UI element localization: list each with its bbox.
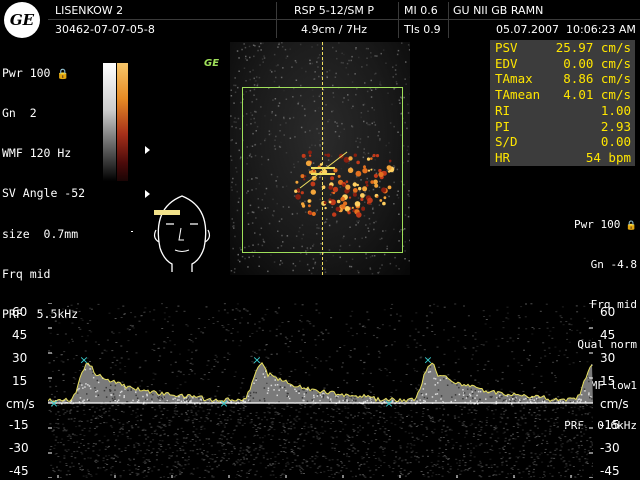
velocity-scale-label: -45: [9, 464, 29, 478]
velocity-scale-label: 45: [600, 328, 616, 342]
psv-marker-icon: ×: [79, 354, 88, 367]
measure-sd: S/D 0.00: [495, 134, 631, 150]
exam-time: 10:06:23 AM: [566, 23, 636, 36]
velocity-scale-label: 30: [12, 351, 28, 365]
institution-name: GU NII GB RAMN: [453, 4, 544, 17]
psv-marker-icon: ×: [252, 354, 261, 367]
param-line: Pwr 100 🔒: [2, 65, 69, 80]
mechanical-index: MI 0.6: [404, 4, 438, 17]
param-line: WMF 120 Hz: [2, 146, 72, 161]
param-line: SV Angle -52: [2, 186, 86, 201]
header-separator: [448, 2, 449, 38]
spectral-fill: [48, 362, 593, 403]
edv-marker-icon: ×: [219, 397, 228, 410]
param-line: Pwr 100 🔒: [574, 217, 637, 231]
param-line: Gn 2: [2, 106, 37, 121]
velocity-scale-label: -30: [9, 441, 29, 455]
header-separator: [276, 2, 277, 38]
edv-marker-icon: ×: [384, 397, 393, 410]
measure-edv: EDV 0.00 cm/s: [495, 55, 631, 71]
velocity-scale-label: 45: [12, 328, 28, 342]
velocity-unit-label: cm/s: [6, 397, 35, 411]
exam-date: 05.07.2007: [496, 23, 559, 36]
velocity-scale-label: -15: [600, 418, 620, 432]
patient-id: 30462-07-07-05-8: [55, 23, 155, 36]
measure-psv: PSV 25.97 cm/s: [495, 40, 631, 55]
measure-tamax: TAmax 8.86 cm/s: [495, 71, 631, 87]
image-orientation-mark: GE: [204, 58, 220, 69]
velocity-scale-label: 30: [600, 351, 616, 365]
sample-volume-gate[interactable]: [295, 148, 350, 193]
measure-pi: PI 2.93: [495, 118, 631, 134]
velocity-scale-label: 15: [12, 374, 28, 388]
header-separator: [398, 2, 399, 38]
param-line: Gn -4.8: [590, 258, 637, 272]
param-line: Frq mid: [2, 266, 51, 281]
measure-hr: HR 54 bpm: [495, 149, 631, 165]
velocity-scale-label: -15: [9, 418, 29, 432]
doppler-parameters: Pwr 100 🔒 Gn 2 WMF 120 Hz SV Angle -52 s…: [2, 40, 85, 335]
depth-frequency: 4.9cm / 7Hz: [301, 23, 367, 36]
param-line: size 0.7mm: [2, 226, 79, 241]
thermal-index: TIs 0.9: [404, 23, 441, 36]
lock-icon: 🔒: [620, 220, 637, 231]
probe-label: RSP 5-12/SM P: [294, 4, 375, 17]
lock-icon: 🔒: [50, 68, 69, 80]
velocity-scale-label: 60: [12, 305, 28, 319]
header-divider: [48, 19, 640, 20]
spectral-doppler-trace: × × ×× × ×: [48, 303, 593, 478]
velocity-scale-label: 60: [600, 305, 616, 319]
doppler-measurements: PSV 25.97 cm/s EDV 0.00 cm/s TAmax 8.86 cm/…: [490, 40, 635, 166]
velocity-unit-label: cm/s: [600, 397, 629, 411]
grayscale-map-bar: [103, 63, 116, 181]
patient-name: LISENKOW 2: [55, 4, 124, 17]
header-bar: GE LISENKOW 2 30462-07-07-05-8 RSP 5-12/…: [0, 0, 640, 40]
head-bodymark-icon: [153, 195, 211, 272]
measure-tamean: TAmean 4.01 cm/s: [495, 87, 631, 103]
velocity-scale-label: -45: [600, 464, 620, 478]
map-pointer-icon: [145, 146, 150, 154]
velocity-scale-label: 15: [600, 374, 616, 388]
psv-marker-icon: ×: [423, 354, 432, 367]
ge-logo: GE: [4, 2, 40, 38]
tick-mark: [131, 231, 133, 232]
measure-ri: RI 1.00: [495, 102, 631, 118]
velocity-scale-label: -30: [600, 441, 620, 455]
color-flow-map-bar: [117, 63, 128, 181]
